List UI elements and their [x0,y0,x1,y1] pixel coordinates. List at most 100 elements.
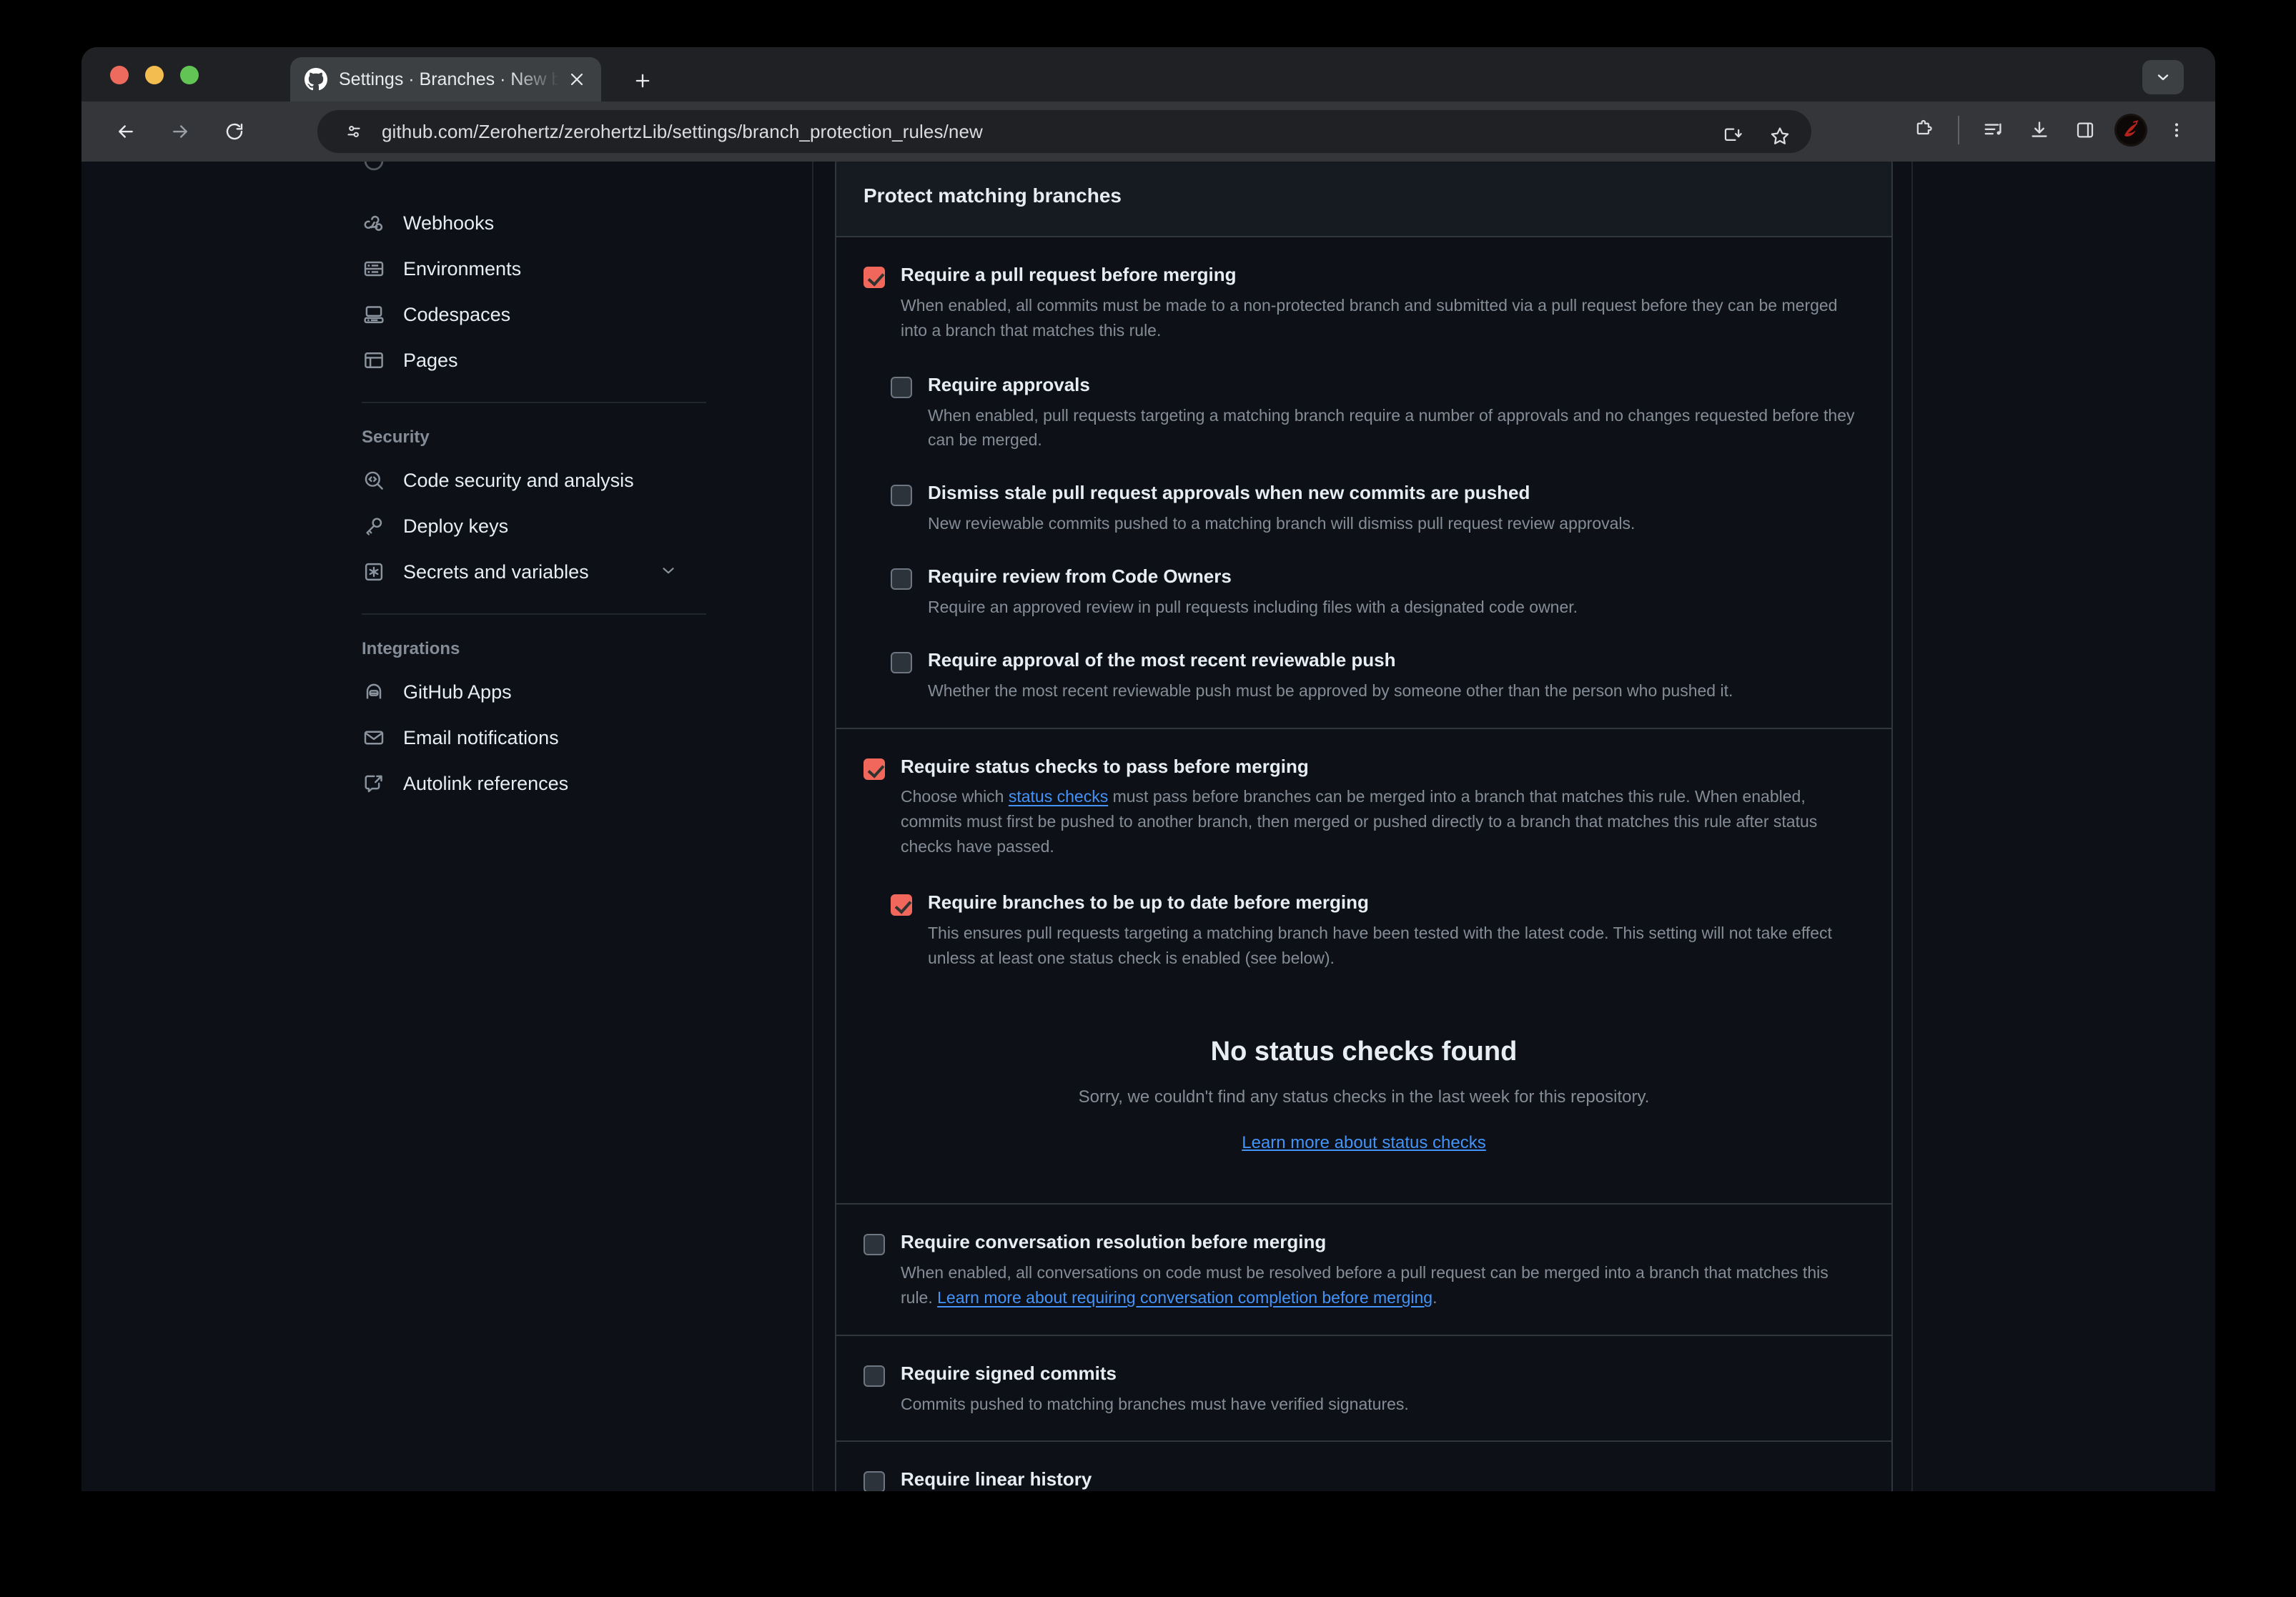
rule-require-pull-request-block: Require a pull request before merging Wh… [836,236,1891,728]
option-require-linear-history[interactable]: Require linear history [864,1468,1864,1491]
sidebar-item-label: Webhooks [403,212,495,234]
reload-icon[interactable] [213,110,256,153]
rule-require-signed-commits-block: Require signed commits Commits pushed to… [836,1334,1891,1441]
sidebar-item-secrets-and-variables[interactable]: Secrets and variables [276,549,721,595]
avatar[interactable] [2111,110,2151,150]
sidebar-item-label: Pages [403,349,458,371]
site-settings-icon[interactable] [337,115,370,148]
sidebar-item-environments[interactable]: Environments [276,246,721,292]
option-require-approvals[interactable]: Require approvals When enabled, pull req… [891,373,1864,453]
checkbox-require-conversation-resolution[interactable] [864,1234,885,1256]
webhook-icon [362,211,386,235]
code-scan-icon [362,468,386,493]
option-require-conversation-resolution[interactable]: Require conversation resolution before m… [864,1230,1864,1310]
sidebar-item-deploy-keys[interactable]: Deploy keys [276,503,721,549]
cross-reference-icon [362,771,386,796]
option-title: Require branches to be up to date before… [928,891,1369,914]
option-require-pull-request[interactable]: Require a pull request before merging Wh… [864,263,1864,343]
option-title: Require conversation resolution before m… [901,1231,1327,1253]
sidebar-item-label: Deploy keys [403,515,509,537]
option-description: When enabled, pull requests targeting a … [928,405,1855,450]
sidebar-item-pages[interactable]: Pages [276,337,721,383]
checkbox-require-recent-push-approval[interactable] [891,651,912,673]
option-title: Require status checks to pass before mer… [901,755,1309,777]
option-description: This ensures pull requests targeting a m… [928,924,1832,968]
maximize-window-button[interactable] [180,66,199,84]
sidebar-item-codespaces[interactable]: Codespaces [276,292,721,337]
sidebar-item-code-security-and-analysis[interactable]: Code security and analysis [276,458,721,503]
codespaces-icon [362,302,386,327]
three-dot-menu-icon[interactable] [2157,110,2197,150]
page-title: Protect matching branches [864,184,1122,207]
install-app-icon[interactable] [1713,116,1753,156]
page-viewport: Webhooks Environments Codespaces Pages S… [81,162,2215,1491]
sidebar-divider [362,613,706,615]
option-title: Require signed commits [901,1362,1117,1384]
checkbox-require-status-checks[interactable] [864,758,885,780]
option-description: When enabled, all commits must be made t… [901,295,1838,340]
sidebar-item-label: Secrets and variables [403,560,589,583]
option-require-status-checks[interactable]: Require status checks to pass before mer… [864,755,1864,860]
sidebar-item-email-notifications[interactable]: Email notifications [276,715,721,761]
status-checks-link[interactable]: status checks [1009,787,1108,806]
checkbox-dismiss-stale-approvals[interactable] [891,485,912,507]
toolbar-actions [1904,110,2197,150]
browser-toolbar: github.com/Zerohertz/zerohertzLib/settin… [81,102,2215,162]
option-require-code-owner-review[interactable]: Require review from Code Owners Require … [891,565,1864,620]
new-tab-button[interactable] [626,64,659,97]
main-content: Protect matching branches Require a pull… [812,162,1913,1491]
sidebar-item-label: Email notifications [403,726,559,748]
description-text-pre: Choose which [901,787,1009,806]
checkbox-require-branches-up-to-date[interactable] [891,894,912,916]
conversation-completion-link[interactable]: Learn more about requiring conversation … [937,1288,1432,1307]
status-checks-empty-state: No status checks found Sorry, we couldn'… [864,971,1864,1179]
address-bar[interactable]: github.com/Zerohertz/zerohertzLib/settin… [317,110,1811,153]
option-require-branches-up-to-date[interactable]: Require branches to be up to date before… [891,891,1864,971]
option-description: When enabled, all conversations on code … [901,1260,1864,1310]
tab-strip: Settings · Branches · New bra [81,47,2215,102]
browser-tab[interactable]: Settings · Branches · New bra [290,57,601,102]
sidebar-item-webhooks[interactable]: Webhooks [276,200,721,246]
checkbox-require-pull-request[interactable] [864,267,885,288]
checkbox-require-linear-history[interactable] [864,1471,885,1491]
option-require-recent-push-approval[interactable]: Require approval of the most recent revi… [891,648,1864,703]
minimize-window-button[interactable] [145,66,164,84]
pull-request-sub-options: Require approvals When enabled, pull req… [891,373,1864,703]
option-require-signed-commits[interactable]: Require signed commits Commits pushed to… [864,1362,1864,1417]
option-description: Commits pushed to matching branches must… [901,1394,1409,1413]
media-list-icon[interactable] [1974,110,2014,150]
partially-scrolled-icon [362,162,386,177]
sidebar-item-label: Environments [403,257,522,280]
option-title: Require a pull request before merging [901,264,1237,285]
learn-more-status-checks-link[interactable]: Learn more about status checks [1242,1133,1486,1153]
sidebar-heading-security: Security [362,427,430,447]
empty-state-subtitle: Sorry, we couldn't find any status check… [1078,1087,1650,1107]
back-arrow-icon[interactable] [104,110,147,153]
option-title: Dismiss stale pull request approvals whe… [928,482,1530,504]
rule-require-linear-history-block: Require linear history [836,1440,1891,1491]
download-icon[interactable] [2019,110,2059,150]
chevron-down-icon[interactable] [659,561,678,583]
checkbox-require-code-owner-review[interactable] [891,568,912,590]
sidebar-item-autolink-references[interactable]: Autolink references [276,761,721,806]
close-window-button[interactable] [110,66,129,84]
tab-search-button[interactable] [2142,60,2184,94]
address-bar-url: github.com/Zerohertz/zerohertzLib/settin… [382,120,983,142]
checkbox-require-signed-commits[interactable] [864,1365,885,1387]
side-panel-icon[interactable] [2065,110,2105,150]
bookmark-star-icon[interactable] [1760,116,1800,156]
github-icon [305,68,327,91]
asterisk-key-icon [362,560,386,584]
extensions-puzzle-icon[interactable] [1904,110,1944,150]
settings-sidebar: Webhooks Environments Codespaces Pages S… [276,162,721,1491]
close-icon[interactable] [564,66,590,92]
omnibox-actions [1713,116,1800,156]
sidebar-heading-integrations: Integrations [362,639,460,658]
empty-state-title: No status checks found [1210,1037,1518,1067]
sidebar-divider [362,402,706,403]
sidebar-item-github-apps[interactable]: GitHub Apps [276,669,721,715]
checkbox-require-approvals[interactable] [891,376,912,398]
forward-arrow-icon[interactable] [159,110,202,153]
key-icon [362,514,386,538]
option-dismiss-stale-approvals[interactable]: Dismiss stale pull request approvals whe… [891,481,1864,536]
